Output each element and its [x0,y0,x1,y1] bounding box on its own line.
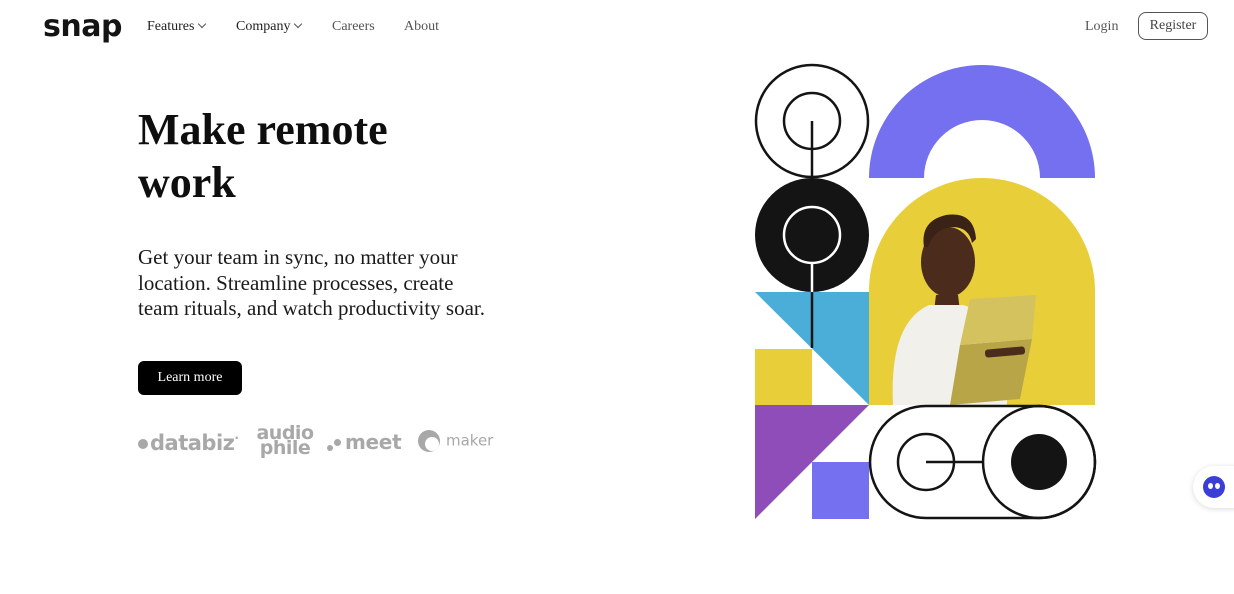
hero-description: Get your team in sync, no matter your lo… [138,245,485,320]
chat-widget[interactable] [1193,466,1234,508]
landing-page: snap Features Company Careers About Logi… [0,0,1234,594]
nav-features-label: Features [147,19,195,34]
nav-company[interactable]: Company [236,18,303,36]
nav-about[interactable]: About [404,18,439,36]
hero-illustration [754,63,1097,520]
learn-more-button[interactable]: Learn more [138,361,242,395]
audiophile-logo: audio phile [250,424,320,459]
chevron-down-icon [198,19,207,29]
purple-arch [869,65,1095,178]
databiz-dot-icon [138,439,148,449]
register-button[interactable]: Register [1138,12,1208,40]
yellow-square [755,349,812,405]
login-link[interactable]: Login [1085,18,1118,36]
audiophile-bottom: phile [259,437,311,459]
snap-logo[interactable]: snap [43,10,122,44]
maker-icon [418,430,440,452]
maker-logo: maker [418,430,493,452]
chat-bot-icon [1203,476,1225,498]
hero-title: Make remote work [138,105,388,207]
chevron-down-icon [294,19,303,29]
nav-company-label: Company [236,19,291,34]
databiz-logo: databiz· [138,431,239,455]
meet-dots-icon [327,436,343,452]
meet-logo: meet [327,430,402,454]
maker-wordmark: maker [446,431,494,450]
nav-features[interactable]: Features [147,18,207,36]
nav-careers[interactable]: Careers [332,18,375,36]
purple-square [812,462,869,519]
capsule-black-dot [1011,434,1067,490]
databiz-tick-icon: · [234,431,239,445]
databiz-wordmark: databiz [150,431,235,455]
meet-wordmark: meet [345,430,402,454]
